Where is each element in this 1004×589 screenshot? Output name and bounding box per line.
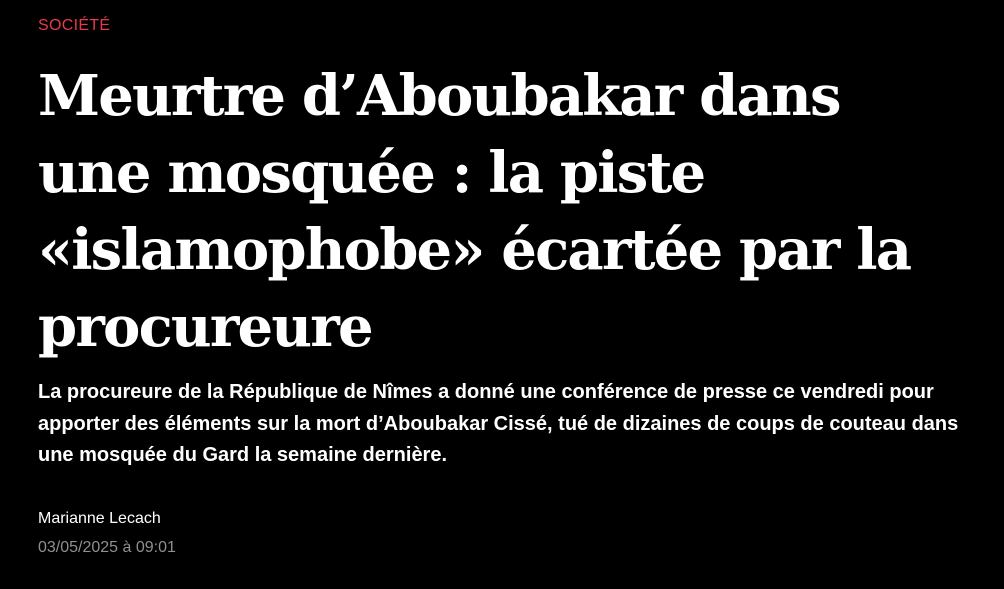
author-link[interactable]: Marianne Lecach xyxy=(38,510,161,528)
article-standfirst: La procureure de la République de Nîmes … xyxy=(38,381,959,466)
article-headline: Meurtre d’Aboubakar dans une mosquée : l… xyxy=(38,63,912,360)
publish-date: 03/05/2025 à 09:01 xyxy=(38,539,176,556)
section-link[interactable]: SOCIÉTÉ xyxy=(38,17,110,35)
